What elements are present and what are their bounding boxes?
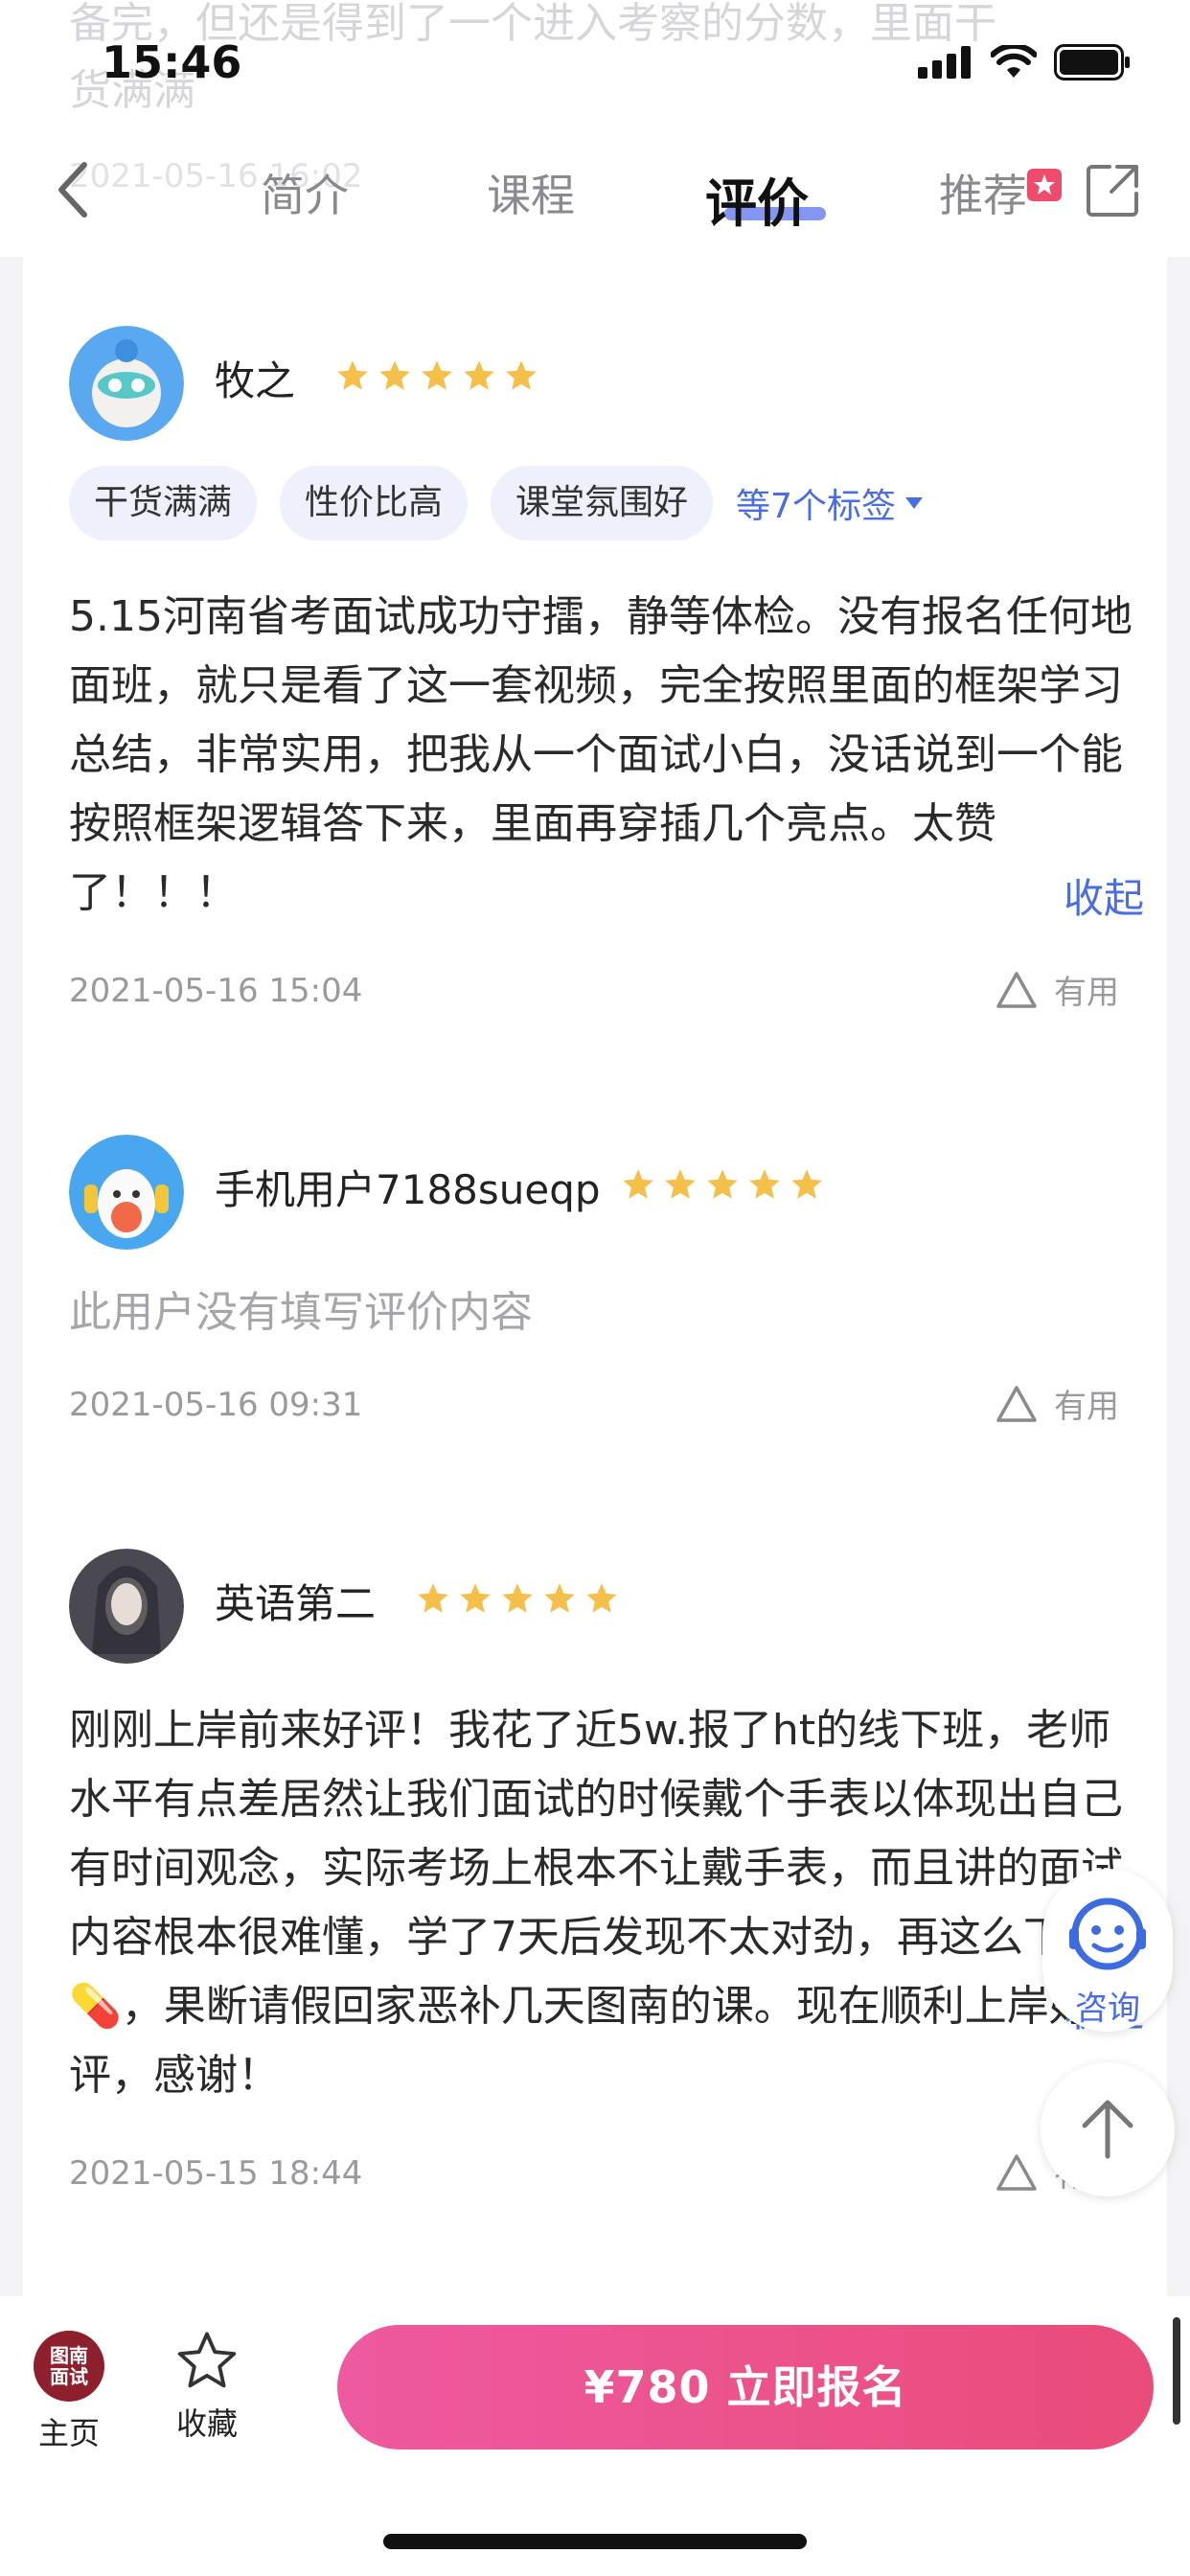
nav-tabs: 简介 课程 评价 推荐 (192, 161, 1096, 238)
star-icon (544, 1583, 575, 1613)
review-tag: 性价比高 (280, 466, 469, 540)
home-nav-item[interactable]: 图南 面试 主页 (31, 2331, 107, 2453)
review-list: 牧之 干货满满 性价比高 课堂氛围好 等7个标签 5.15河南省考面试成功守擂，… (23, 257, 1167, 2296)
thumbs-up-triangle-icon (996, 1385, 1037, 1422)
review-tag: 干货满满 (69, 466, 258, 540)
rating-stars (335, 358, 538, 393)
rating-stars (416, 1581, 619, 1616)
rating-stars (621, 1167, 824, 1202)
thumbs-up-triangle-icon (996, 971, 1037, 1008)
tab-reviews[interactable]: 评价 (644, 161, 870, 238)
top-header: 备完，但还是得到了一个进入考察的分数，里面干 货满满 2021-05-16 16… (0, 0, 1190, 257)
review-date: 2021-05-16 09:31 (69, 1386, 363, 1424)
enroll-now-button[interactable]: ¥780 立即报名 (337, 2325, 1154, 2450)
scrollbar[interactable] (1173, 2317, 1180, 2425)
consult-button[interactable]: 咨询 (1042, 1869, 1173, 2032)
arrow-up-icon (1082, 2100, 1133, 2159)
star-icon (791, 1169, 822, 1199)
more-tags-label: 等7个标签 (736, 487, 896, 526)
useful-label: 有用 (1054, 1388, 1119, 1426)
useful-label: 有用 (1054, 974, 1119, 1012)
back-arrow-icon[interactable] (52, 159, 94, 220)
username: 手机用户7188sueqp (215, 1166, 601, 1213)
username: 牧之 (215, 357, 296, 404)
review-text: 5.15河南省考面试成功守擂，静等体检。没有报名任何地面班，就只是看了这一套视频… (69, 592, 1133, 917)
favorite-label: 收藏 (175, 2405, 238, 2442)
home-label: 主页 (37, 2415, 100, 2451)
cellular-signal-icon (918, 46, 971, 79)
home-indicator[interactable] (383, 2534, 807, 2549)
useful-button[interactable]: 有用 (995, 1380, 1119, 1427)
share-icon[interactable] (1085, 161, 1142, 218)
star-icon (502, 1583, 533, 1613)
status-icons (918, 44, 1131, 80)
status-time: 15:46 (102, 36, 242, 88)
tab-intro[interactable]: 简介 (192, 161, 418, 238)
review-tags: 干货满满 性价比高 课堂氛围好 等7个标签 (69, 466, 925, 540)
star-icon (707, 1169, 738, 1199)
review-date: 2021-05-16 15:04 (69, 972, 363, 1010)
star-icon (665, 1169, 696, 1199)
star-icon (422, 360, 452, 390)
star-icon (586, 1583, 617, 1613)
star-icon (506, 360, 537, 390)
consult-label: 咨询 (1075, 1990, 1140, 2028)
tab-recommend[interactable]: 推荐 (870, 161, 1096, 238)
star-icon (379, 360, 410, 390)
username: 英语第二 (215, 1580, 377, 1627)
review-date: 2021-05-15 18:44 (69, 2154, 363, 2193)
useful-button[interactable]: 有用 (995, 966, 1119, 1013)
star-outline-icon (177, 2332, 237, 2388)
star-badge-icon (1027, 169, 1062, 201)
battery-icon (1054, 44, 1130, 80)
review-text: 此用户没有填写评价内容 (69, 1288, 533, 1337)
scroll-to-top-button[interactable] (1041, 2062, 1175, 2196)
review-tag: 课堂氛围好 (491, 466, 714, 540)
avatar[interactable] (69, 1135, 184, 1250)
brand-logo: 图南 面试 (34, 2331, 104, 2402)
tab-course[interactable]: 课程 (418, 161, 644, 238)
customer-service-icon (1069, 1898, 1146, 1970)
star-icon (418, 1583, 448, 1613)
favorite-nav-item[interactable]: 收藏 (169, 2329, 245, 2444)
star-icon (464, 360, 494, 390)
star-icon (337, 360, 368, 390)
star-icon (749, 1169, 780, 1199)
avatar[interactable] (69, 1549, 184, 1664)
thumbs-up-triangle-icon (996, 2153, 1037, 2191)
review-text: 刚刚上岸前来好评！我花了近5w.报了ht的线下班，老师水平有点差居然让我们面试的… (69, 1706, 1123, 2100)
wifi-icon (991, 45, 1037, 78)
star-icon (460, 1583, 491, 1613)
star-icon (623, 1169, 653, 1199)
more-tags-toggle[interactable]: 等7个标签 (736, 478, 925, 528)
caret-down-icon (904, 497, 923, 509)
collapse-link[interactable]: 收起 (1064, 866, 1144, 925)
avatar[interactable] (69, 326, 184, 441)
